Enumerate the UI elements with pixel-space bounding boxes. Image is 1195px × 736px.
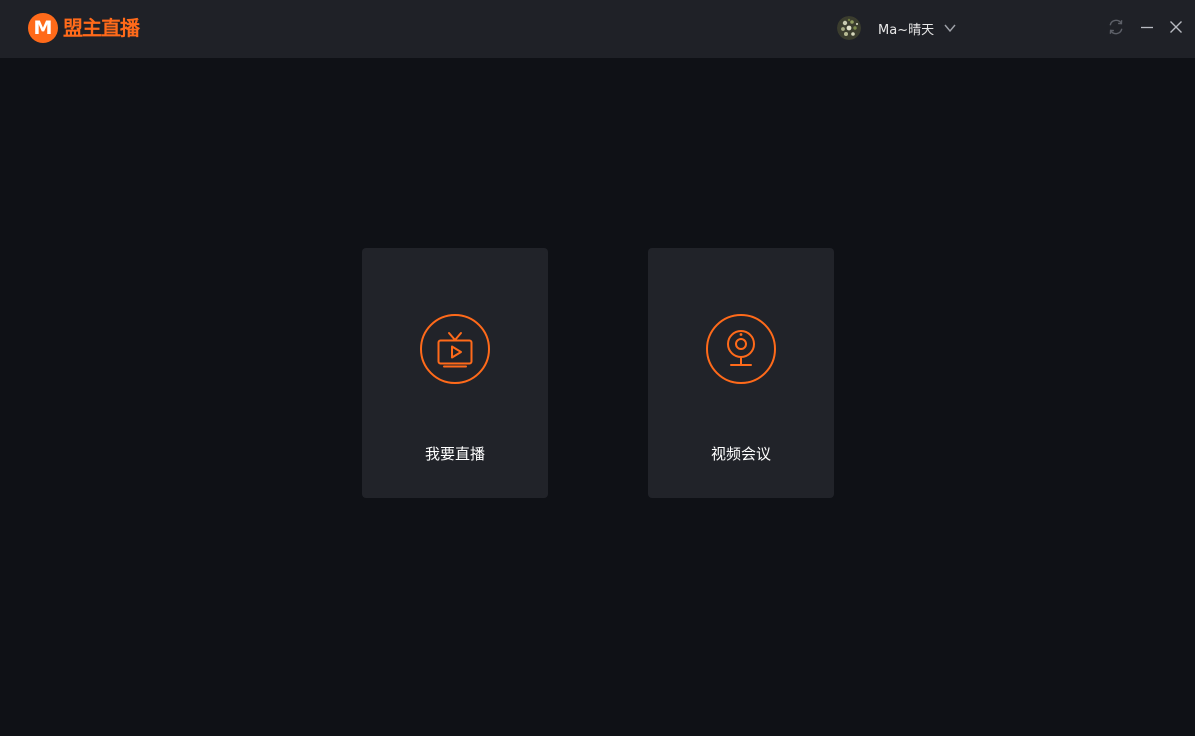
refresh-icon[interactable] (1106, 17, 1126, 37)
close-icon[interactable] (1166, 17, 1186, 37)
logo-letter: M (33, 16, 53, 39)
go-live-label: 我要直播 (424, 445, 485, 463)
username[interactable]: Ma~晴天 (878, 19, 934, 38)
user-menu[interactable]: Ma~晴天 (837, 16, 956, 40)
app-logo: M 盟主直播 (28, 13, 140, 43)
minimize-icon[interactable] (1137, 17, 1157, 37)
tv-play-icon (420, 314, 490, 384)
app-title: 盟主直播 (63, 16, 140, 40)
logo-m-icon: M (28, 13, 58, 43)
chevron-down-icon[interactable] (944, 24, 956, 32)
video-conference-card[interactable]: 视频会议 (648, 248, 834, 498)
webcam-icon (706, 314, 776, 384)
avatar[interactable] (837, 16, 861, 40)
title-bar: M 盟主直播 Ma~晴天 (0, 0, 1195, 58)
video-conference-label: 视频会议 (710, 445, 771, 463)
go-live-card[interactable]: 我要直播 (362, 248, 548, 498)
